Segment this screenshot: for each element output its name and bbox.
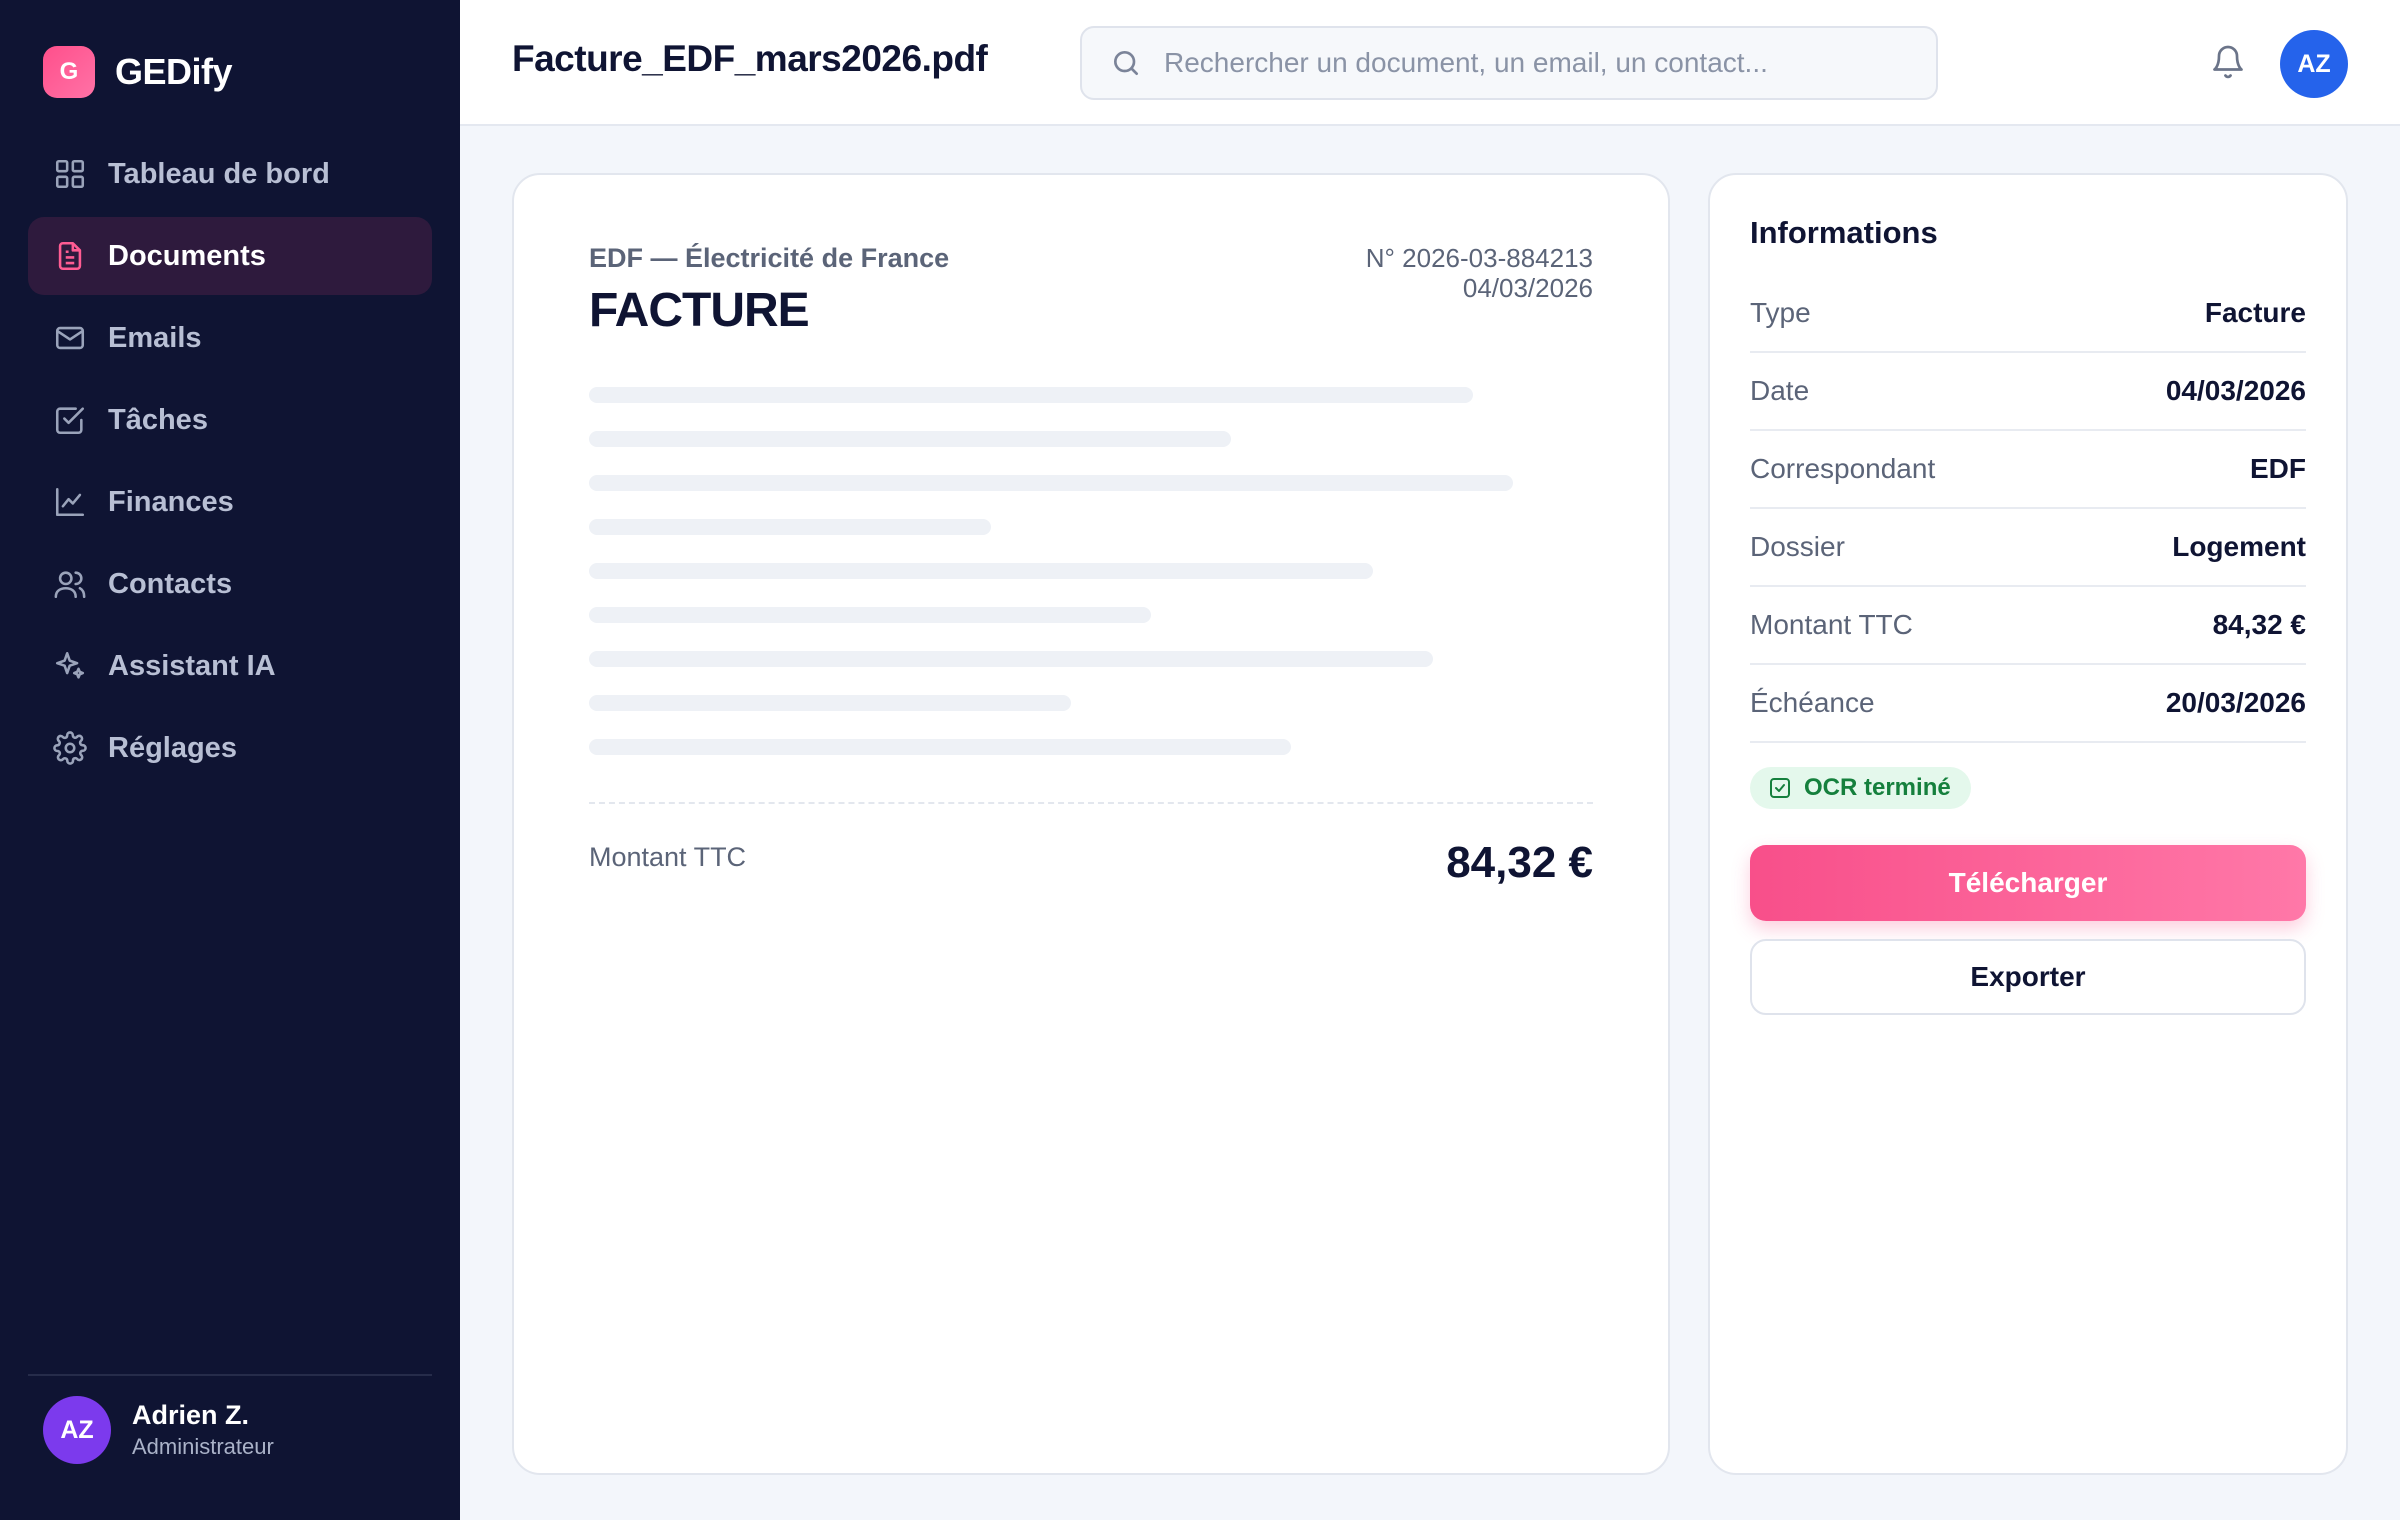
sidebar-item-label: Réglages: [108, 731, 237, 764]
text-placeholder-line: [589, 475, 1513, 491]
text-placeholder-line: [589, 739, 1291, 755]
bell-icon[interactable]: [2210, 44, 2246, 80]
info-panel: Informations Type Facture Date 04/03/202…: [1708, 173, 2348, 1475]
avatar: AZ: [43, 1396, 111, 1464]
text-placeholder-line: [589, 519, 991, 535]
download-button[interactable]: Télécharger: [1750, 845, 2306, 921]
search-icon: [1114, 51, 1138, 75]
checkbox-icon: [52, 402, 88, 438]
text-placeholder-line: [589, 431, 1231, 447]
text-placeholder-line: [589, 563, 1373, 579]
info-value: 84,32 €: [2212, 609, 2306, 640]
sidebar-item-taches[interactable]: Tâches: [28, 381, 432, 459]
chart-line-icon: [52, 484, 88, 520]
export-button[interactable]: Exporter: [1750, 939, 2306, 1015]
sidebar-item-emails[interactable]: Emails: [28, 299, 432, 377]
main-content: Facture_EDF_mars2026.pdf AZ EDF — Électr…: [460, 0, 2400, 1520]
sidebar-item-documents[interactable]: Documents: [28, 217, 432, 295]
sidebar-item-assistant-ia[interactable]: Assistant IA: [28, 627, 432, 705]
info-key: Type: [1750, 297, 1811, 328]
sidebar-divider: [28, 1374, 432, 1376]
gear-icon: [52, 730, 88, 766]
info-row-echeance: Échéance 20/03/2026: [1750, 665, 2306, 743]
sidebar-item-label: Documents: [108, 239, 266, 272]
sidebar-nav: Tableau de bord Documents Emails Tâches: [28, 135, 432, 791]
document-icon: [52, 238, 88, 274]
text-placeholder-line: [589, 607, 1151, 623]
total-amount: 84,32 €: [1446, 838, 1593, 887]
text-placeholder-line: [589, 695, 1071, 711]
sparkles-icon: [52, 648, 88, 684]
document-issuer: EDF — Électricité de France: [589, 243, 950, 273]
document-number: N° 2026-03-884213: [1365, 243, 1593, 273]
sidebar-item-label: Assistant IA: [108, 649, 276, 682]
info-key: Dossier: [1750, 531, 1845, 562]
total-label: Montant TTC: [589, 842, 747, 872]
status-badge: OCR terminé: [1750, 767, 1971, 809]
info-value: EDF: [2250, 453, 2306, 484]
info-key: Date: [1750, 375, 1810, 406]
sidebar-item-reglages[interactable]: Réglages: [28, 709, 432, 787]
info-key: Échéance: [1750, 687, 1875, 718]
divider: [589, 802, 1593, 804]
mail-icon: [52, 320, 88, 356]
sidebar-item-label: Emails: [108, 321, 202, 354]
info-value: 04/03/2026: [2165, 375, 2306, 406]
sidebar-item-label: Finances: [108, 485, 234, 518]
text-placeholder-line: [589, 651, 1433, 667]
check-square-icon: [1770, 778, 1790, 798]
document-date: 04/03/2026: [1462, 273, 1593, 303]
info-row-dossier: Dossier Logement: [1750, 509, 2306, 587]
info-value: 20/03/2026: [2165, 687, 2306, 718]
sidebar-item-label: Tâches: [108, 403, 208, 436]
panel-title: Informations: [1750, 215, 1938, 250]
search-box[interactable]: [1080, 26, 1938, 100]
user-info: Adrien Z. Administrateur: [132, 1400, 274, 1460]
sidebar-item-contacts[interactable]: Contacts: [28, 545, 432, 623]
info-row-type: Type Facture: [1750, 275, 2306, 353]
dashboard-icon: [52, 156, 88, 192]
app-name: GEDify: [115, 51, 233, 92]
info-key: Montant TTC: [1750, 609, 1913, 640]
sidebar-item-label: Contacts: [108, 567, 233, 600]
info-list: Type Facture Date 04/03/2026 Corresponda…: [1750, 275, 2306, 743]
app-logo: G: [43, 46, 95, 98]
user-name: Adrien Z.: [132, 1400, 250, 1430]
app-shell: G GEDify Tableau de bord Documents Email…: [0, 0, 2400, 1520]
info-row-date: Date 04/03/2026: [1750, 353, 2306, 431]
user-role: Administrateur: [132, 1434, 274, 1459]
text-placeholder-line: [589, 387, 1473, 403]
info-key: Correspondant: [1750, 453, 1936, 484]
info-value: Logement: [2172, 531, 2306, 562]
sidebar-item-label: Tableau de bord: [108, 157, 330, 190]
document-type: FACTURE: [589, 284, 810, 337]
status-badge-label: OCR terminé: [1804, 774, 1951, 801]
info-row-correspondant: Correspondant EDF: [1750, 431, 2306, 509]
info-row-montant: Montant TTC 84,32 €: [1750, 587, 2306, 665]
sidebar-item-finances[interactable]: Finances: [28, 463, 432, 541]
avatar[interactable]: AZ: [2280, 30, 2348, 98]
brand[interactable]: G GEDify: [43, 46, 233, 98]
page-title: Facture_EDF_mars2026.pdf: [512, 38, 988, 79]
top-bar: Facture_EDF_mars2026.pdf AZ: [460, 0, 2400, 126]
user-profile[interactable]: AZ Adrien Z. Administrateur: [43, 1396, 274, 1464]
users-icon: [52, 566, 88, 602]
sidebar: G GEDify Tableau de bord Documents Email…: [0, 0, 460, 1520]
search-input[interactable]: [1162, 46, 1926, 80]
info-value: Facture: [2204, 297, 2306, 328]
sidebar-item-dashboard[interactable]: Tableau de bord: [28, 135, 432, 213]
document-preview: EDF — Électricité de France FACTURE N° 2…: [512, 173, 1670, 1475]
